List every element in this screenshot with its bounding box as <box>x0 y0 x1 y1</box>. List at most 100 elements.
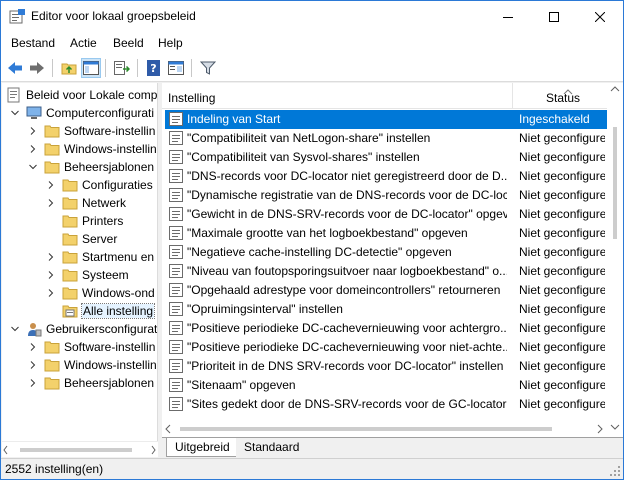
chevron-down-icon[interactable] <box>28 162 38 172</box>
column-header-status[interactable]: Status <box>540 83 610 109</box>
folder-icon <box>44 123 60 139</box>
column-header-setting[interactable]: Instelling <box>162 83 512 109</box>
tree-node-label: Beheersjablonen <box>64 160 155 174</box>
list-row[interactable]: "Opruimingsinterval" instellen Niet gecon… <box>165 300 607 319</box>
folder-icon <box>62 213 78 229</box>
tree-node[interactable]: Windows-instellin <box>28 356 157 374</box>
setting-status: Niet geconfigureerd <box>519 264 605 278</box>
chevron-right-icon[interactable] <box>46 270 56 280</box>
setting-status: Niet geconfigureerd <box>519 207 605 221</box>
resize-grip-icon[interactable] <box>609 465 621 477</box>
status-bar: 2552 instelling(en) <box>1 458 623 479</box>
tree-node[interactable]: Server <box>46 230 117 248</box>
setting-name: "Compatibiliteit van Sysvol-shares" inst… <box>187 150 420 164</box>
list-row[interactable]: "Positieve periodieke DC-cachevernieuwin… <box>165 338 607 357</box>
menu-actie[interactable]: Actie <box>70 36 97 50</box>
setting-status: Niet geconfigureerd <box>519 397 605 411</box>
tree-node[interactable]: Gebruikersconfigurat <box>10 320 157 338</box>
minimize-icon <box>503 16 513 18</box>
show-hide-tree-button[interactable] <box>81 58 101 78</box>
menu-beeld[interactable]: Beeld <box>113 36 144 50</box>
setting-status: Niet geconfigureerd <box>519 150 605 164</box>
tree-node[interactable]: Beheersjablonen <box>28 158 154 176</box>
chevron-right-icon[interactable] <box>28 342 38 352</box>
policy-setting-icon <box>169 112 183 126</box>
list-row[interactable]: "Negatieve cache-instelling DC-detectie"… <box>165 243 607 262</box>
chevron-right-icon[interactable] <box>28 126 38 136</box>
tree-node[interactable]: Software-instellin <box>28 122 155 140</box>
list-row[interactable]: "Dynamische registratie van de DNS-recor… <box>165 186 607 205</box>
list-row-selected[interactable]: Indeling van Start Ingeschakeld <box>165 110 607 129</box>
tree-node-selected[interactable]: Alle instelling <box>46 302 156 320</box>
setting-status: Niet geconfigureerd <box>519 378 605 392</box>
folder-up-icon <box>61 63 77 75</box>
folder-icon <box>44 375 60 391</box>
minimize-button[interactable] <box>485 1 531 32</box>
list-row[interactable]: "Maximale grootte van het logboekbestand… <box>165 224 607 243</box>
menu-bestand[interactable]: Bestand <box>11 36 55 50</box>
chevron-right-icon[interactable] <box>28 360 38 370</box>
setting-name: "Gewicht in de DNS-SRV-records voor de D… <box>187 207 507 221</box>
setting-name: "Positieve periodieke DC-cachevernieuwin… <box>187 321 507 335</box>
tree-horizontal-scrollbar[interactable] <box>2 441 158 457</box>
tree-node-label: Startmenu en <box>82 250 155 264</box>
tree-node[interactable]: Systeem <box>46 266 129 284</box>
chevron-right-icon[interactable] <box>46 198 56 208</box>
list-row[interactable]: "Gewicht in de DNS-SRV-records voor de D… <box>165 205 607 224</box>
maximize-button[interactable] <box>531 1 577 32</box>
tree-node[interactable]: Netwerk <box>46 194 126 212</box>
menu-help[interactable]: Help <box>158 36 183 50</box>
list-row[interactable]: "Opgehaald adrestype voor domeincontroll… <box>165 281 607 300</box>
window-title: Editor voor lokaal groepsbeleid <box>31 9 196 23</box>
tree-node-label: Beleid voor Lokale comp <box>26 88 158 102</box>
tree-node[interactable]: Configuraties <box>46 176 153 194</box>
chevron-down-icon[interactable] <box>10 108 20 118</box>
forward-button[interactable] <box>27 58 47 78</box>
tree-node-label: Configuraties <box>82 178 153 192</box>
list-row[interactable]: "Niveau van foutopsporingsuitvoer naar l… <box>165 262 607 281</box>
tree-node[interactable]: Windows-ond <box>46 284 155 302</box>
list-row[interactable]: "Sites gedekt door de DNS-SRV-records vo… <box>165 395 607 414</box>
list-horizontal-scrollbar[interactable] <box>162 421 607 437</box>
folder-icon <box>44 339 60 355</box>
toolbar-separator <box>191 59 192 77</box>
list-row[interactable]: "Compatibiliteit van NetLogon-share" ins… <box>165 129 607 148</box>
tree-node[interactable]: Startmenu en <box>46 248 154 266</box>
tree-node[interactable]: Windows-instellin <box>28 140 157 158</box>
tree-node[interactable]: Software-instellin <box>28 338 155 356</box>
policy-setting-icon <box>169 169 183 183</box>
list-row[interactable]: "DNS-records voor DC-locator niet geregi… <box>165 167 607 186</box>
tab-standard[interactable]: Standaard <box>236 438 308 457</box>
extended-view-button[interactable] <box>166 58 186 78</box>
close-button[interactable] <box>577 1 623 32</box>
help-button[interactable]: ? <box>144 58 164 78</box>
filter-button[interactable] <box>198 58 218 78</box>
list-row[interactable]: "Compatibiliteit van Sysvol-shares" inst… <box>165 148 607 167</box>
toolbar: ? <box>1 54 623 82</box>
chevron-right-icon[interactable] <box>28 144 38 154</box>
tab-extended[interactable]: Uitgebreid <box>166 438 239 457</box>
list-row[interactable]: "Prioriteit in de DNS SRV-records voor D… <box>165 357 607 376</box>
tree-node[interactable]: Printers <box>46 212 123 230</box>
tree-node[interactable]: Computerconfigurati <box>10 104 154 122</box>
menu-bar: Bestand Actie Beeld Help <box>1 32 623 54</box>
chevron-right-icon[interactable] <box>46 252 56 262</box>
toolbar-separator <box>137 59 138 77</box>
list-row[interactable]: "Positieve periodieke DC-cachevernieuwin… <box>165 319 607 338</box>
setting-name: "Maximale grootte van het logboekbestand… <box>187 226 468 240</box>
list-row[interactable]: "Sitenaam" opgeven Niet geconfigureerd <box>165 376 607 395</box>
chevron-right-icon[interactable] <box>46 180 56 190</box>
back-button[interactable] <box>5 58 25 78</box>
chevron-right-icon[interactable] <box>28 378 38 388</box>
tree-node-label: Alle instelling <box>80 303 156 319</box>
export-list-button[interactable] <box>112 58 132 78</box>
list-vertical-scrollbar[interactable] <box>607 83 623 437</box>
policy-setting-icon <box>169 397 183 411</box>
chevron-right-icon[interactable] <box>46 288 56 298</box>
export-list-icon <box>114 61 130 75</box>
tree-node[interactable]: Beleid voor Lokale comp <box>6 86 157 104</box>
chevron-down-icon[interactable] <box>10 324 20 334</box>
up-one-level-button[interactable] <box>59 58 79 78</box>
tree-node[interactable]: Beheersjablonen <box>28 374 154 392</box>
setting-status: Niet geconfigureerd <box>519 321 605 335</box>
